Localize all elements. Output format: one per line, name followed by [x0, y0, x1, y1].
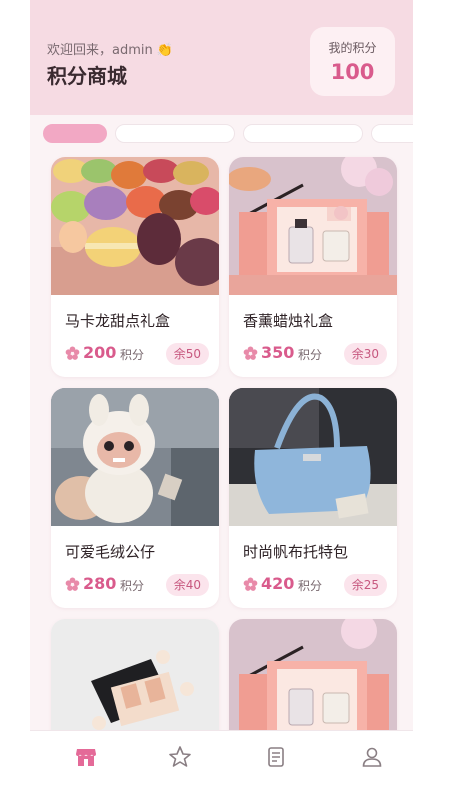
nav-profile[interactable] — [352, 745, 392, 775]
product-image-macarons — [51, 157, 219, 295]
product-name: 马卡龙甜点礼盒 — [65, 312, 171, 330]
welcome-text: 欢迎回来，admin 👏 — [47, 43, 174, 58]
stock-badge: 余30 — [343, 343, 387, 365]
points-label: 我的积分 — [328, 41, 377, 55]
points-unit: 积分 — [298, 579, 323, 593]
product-name: 时尚帆布托特包 — [243, 543, 349, 561]
category-tabs — [30, 124, 413, 144]
category-tab-4[interactable] — [371, 124, 413, 143]
product-image-plush-doll — [51, 388, 219, 526]
product-name: 香薰蜡烛礼盒 — [243, 312, 334, 330]
price-row: 280 积分 余40 — [65, 574, 215, 596]
blossom-icon — [65, 346, 80, 360]
product-name: 可爱毛绒公仔 — [65, 543, 156, 561]
nav-orders[interactable] — [256, 745, 296, 775]
star-icon — [169, 746, 191, 767]
points-value: 100 — [330, 60, 375, 84]
stock-badge: 余25 — [343, 574, 387, 596]
app-screen: 欢迎回来，admin 👏 积分商城 我的积分 100 马卡龙甜点礼盒 200 积… — [30, 0, 413, 800]
category-tab-3[interactable] — [243, 124, 363, 143]
document-icon — [268, 747, 284, 767]
product-card[interactable]: 马卡龙甜点礼盒 200 积分 余50 — [51, 157, 219, 377]
category-tab-1[interactable] — [43, 124, 107, 143]
product-points: 200 — [83, 343, 117, 362]
blossom-icon — [243, 577, 258, 591]
price-row: 350 积分 余30 — [243, 343, 393, 365]
store-icon — [76, 749, 96, 766]
product-points: 350 — [261, 343, 295, 362]
nav-favorites[interactable] — [160, 745, 200, 775]
product-card[interactable]: 可爱毛绒公仔 280 积分 余40 — [51, 388, 219, 608]
stock-badge: 余50 — [165, 343, 209, 365]
blossom-icon — [65, 577, 80, 591]
price-row: 420 积分 余25 — [243, 574, 393, 596]
product-card[interactable]: 时尚帆布托特包 420 积分 余25 — [229, 388, 397, 608]
my-points-card[interactable]: 我的积分 100 — [310, 27, 395, 96]
screen-margin-left — [0, 0, 30, 800]
points-unit: 积分 — [298, 348, 323, 362]
product-card[interactable]: 香薰蜡烛礼盒 350 积分 余30 — [229, 157, 397, 377]
stock-badge: 余40 — [165, 574, 209, 596]
product-points: 280 — [83, 574, 117, 593]
product-points: 420 — [261, 574, 295, 593]
header: 欢迎回来，admin 👏 积分商城 我的积分 100 — [30, 0, 413, 115]
points-unit: 积分 — [120, 579, 145, 593]
price-row: 200 积分 余50 — [65, 343, 215, 365]
category-tab-2[interactable] — [115, 124, 235, 143]
points-unit: 积分 — [120, 348, 145, 362]
page-title: 积分商城 — [47, 64, 127, 88]
product-image-candle-box — [229, 157, 397, 295]
user-icon — [362, 747, 382, 767]
nav-store[interactable] — [66, 745, 106, 775]
blossom-icon — [243, 346, 258, 360]
screen-margin-right — [413, 0, 450, 800]
bottom-navbar — [30, 730, 413, 800]
product-image-tote-bag — [229, 388, 397, 526]
